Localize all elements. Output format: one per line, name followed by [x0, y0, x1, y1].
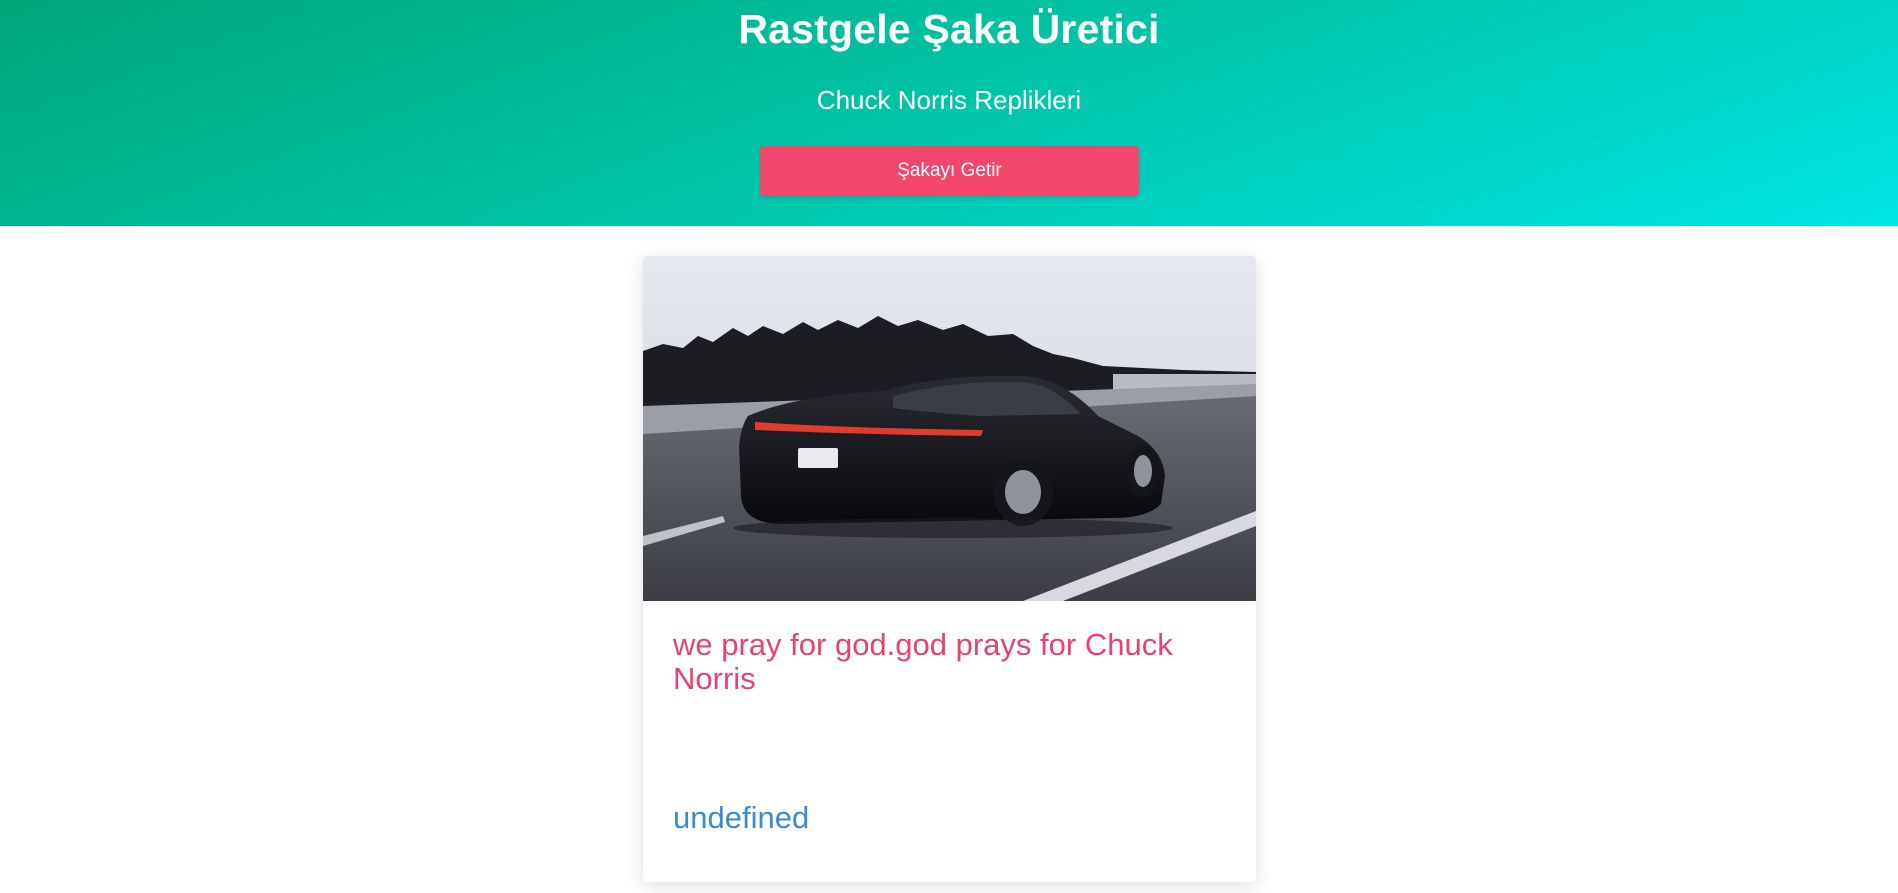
- page-title: Rastgele Şaka Üretici: [738, 6, 1160, 52]
- hero-header: Rastgele Şaka Üretici Chuck Norris Repli…: [0, 0, 1898, 226]
- joke-category: undefined: [673, 800, 810, 835]
- joke-text: we pray for god.god prays for Chuck Norr…: [673, 627, 1173, 696]
- car-photo: [643, 256, 1256, 601]
- fetch-joke-button[interactable]: Şakayı Getir: [760, 146, 1139, 196]
- page-subtitle: Chuck Norris Replikleri: [816, 85, 1082, 115]
- joke-card: we pray for god.god prays for Chuck Norr…: [643, 256, 1256, 882]
